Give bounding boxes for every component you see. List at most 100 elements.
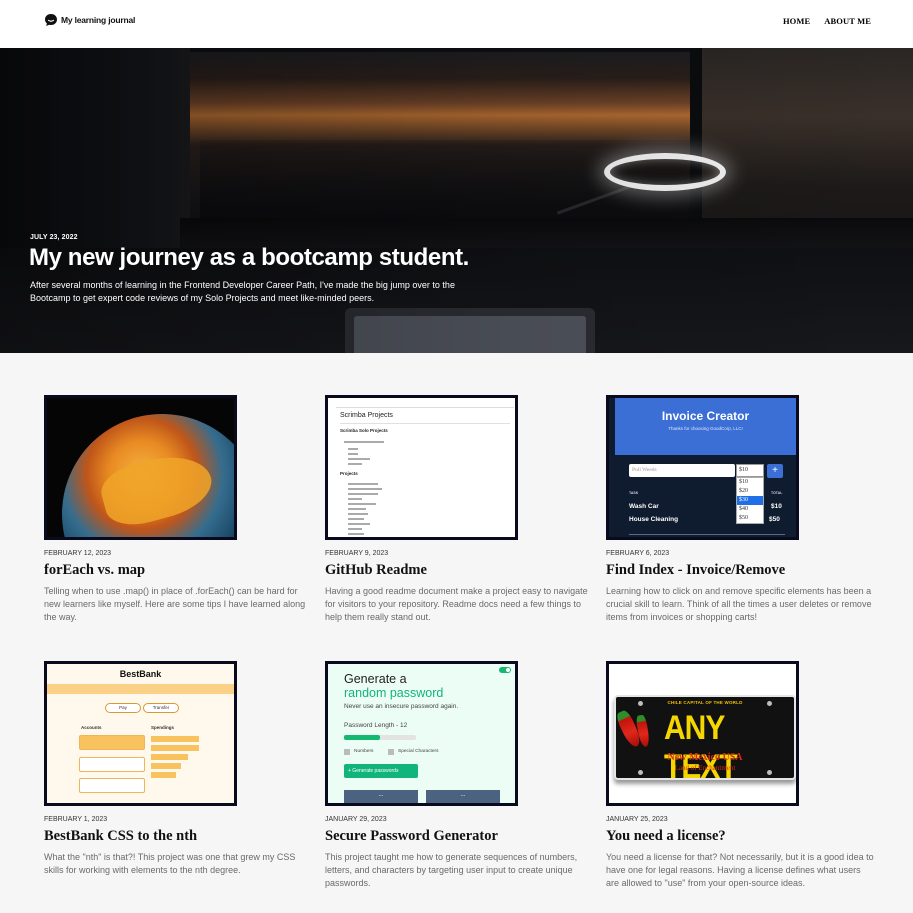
- hero-title[interactable]: My new journey as a bootcamp student.: [29, 244, 469, 272]
- bestbank-account-card: [79, 757, 145, 772]
- bestbank-spendings-label: Spendings: [151, 725, 175, 730]
- post-date: FEBRUARY 6, 2023: [606, 550, 670, 557]
- post-title[interactable]: forEach vs. map: [44, 562, 145, 579]
- post-card-find-index[interactable]: Invoice Creator Thanks for choosing Good…: [606, 395, 880, 622]
- invoice-price-options: $10 $20 $30 $40 $50: [736, 477, 764, 524]
- price-option: $20: [739, 488, 748, 494]
- brand[interactable]: My learning journal: [44, 13, 135, 27]
- readme-text-line: [348, 528, 362, 530]
- password-length-label: Password Length - 12: [344, 722, 408, 729]
- post-card-license[interactable]: CHILE CAPITAL OF THE WORLD ANY TEXT New …: [606, 661, 880, 888]
- readme-text-line: [348, 463, 362, 465]
- readme-text-line: [348, 498, 362, 500]
- bestbank-nav: [47, 684, 234, 694]
- invoice-header: Invoice Creator Thanks for choosing Good…: [615, 398, 796, 455]
- bestbank-accounts-label: Accounts: [81, 725, 102, 730]
- post-thumbnail-invoice[interactable]: Invoice Creator Thanks for choosing Good…: [606, 395, 799, 540]
- plate-top-text: CHILE CAPITAL OF THE WORLD: [667, 700, 743, 705]
- readme-section: Scrimba Solo Projects: [340, 428, 388, 433]
- invoice-title: Invoice Creator: [661, 409, 750, 423]
- password-title-accent: random password: [344, 686, 444, 700]
- readme-text-line: [348, 518, 364, 520]
- nav-home-link[interactable]: HOME: [783, 16, 810, 26]
- readme-text-line: [348, 483, 378, 485]
- password-length-slider: [344, 735, 416, 740]
- post-card-foreach[interactable]: FEBRUARY 12, 2023 forEach vs. map Tellin…: [44, 395, 318, 622]
- license-plate: CHILE CAPITAL OF THE WORLD ANY TEXT New …: [614, 695, 796, 786]
- brand-name: My learning journal: [61, 15, 136, 25]
- plus-icon: +: [767, 464, 783, 478]
- invoice-row-task: House Cleaning: [629, 516, 679, 523]
- invoice-price-select: $10: [736, 464, 764, 477]
- plate-state: New Mexico USA: [667, 752, 743, 763]
- post-excerpt: You need a license for that? Not necessa…: [606, 852, 874, 888]
- post-thumbnail-password[interactable]: Generate a random password Never use an …: [325, 661, 518, 806]
- bestbank-spending-bar: [151, 736, 199, 742]
- post-date: JANUARY 25, 2023: [606, 816, 668, 823]
- invoice-task-input: Pull Weeds: [629, 464, 735, 477]
- bestbank-account-card: [79, 735, 145, 750]
- invoice-task-header: TASK: [629, 491, 639, 495]
- password-subtitle: Never use an insecure password again.: [344, 703, 459, 710]
- post-thumbnail-license-plate[interactable]: CHILE CAPITAL OF THE WORLD ANY TEXT New …: [606, 661, 799, 806]
- readme-text-line: [348, 493, 378, 495]
- post-date: FEBRUARY 9, 2023: [325, 550, 389, 557]
- post-title[interactable]: BestBank CSS to the nth: [44, 828, 197, 845]
- main-nav: HOME ABOUT ME: [783, 16, 871, 26]
- post-excerpt: Telling when to use .map() in place of .…: [44, 586, 306, 622]
- bestbank-spending-bar: [151, 763, 181, 769]
- plate-main-text: ANY TEXT: [664, 709, 738, 787]
- post-card-password-generator[interactable]: Generate a random password Never use an …: [325, 661, 599, 888]
- readme-text-line: [348, 448, 358, 450]
- readme-title: Scrimba Projects: [340, 412, 393, 419]
- post-thumbnail-readme[interactable]: Scrimba Projects Scrimba Solo Projects P…: [325, 395, 518, 540]
- post-excerpt: This project taught me how to generate s…: [325, 852, 578, 888]
- price-option: $40: [739, 506, 748, 512]
- post-excerpt: Learning how to click on and remove spec…: [606, 586, 872, 622]
- chat-bubble-icon: [45, 14, 57, 26]
- invoice-divider: [629, 534, 785, 535]
- post-title[interactable]: Find Index - Invoice/Remove: [606, 562, 785, 579]
- theme-toggle-icon: [499, 667, 511, 673]
- hero-banner[interactable]: JULY 23, 2022 My new journey as a bootca…: [0, 48, 913, 353]
- readme-text-line: [344, 441, 384, 443]
- bestbank-spending-bar: [151, 772, 176, 778]
- slider-fill: [344, 735, 380, 740]
- password-output: ...: [344, 790, 418, 803]
- numbers-label: Numbers: [354, 749, 374, 754]
- post-date: FEBRUARY 1, 2023: [44, 816, 108, 823]
- price-option-selected: $30: [737, 496, 763, 505]
- globe-landmass: [96, 445, 218, 533]
- post-title[interactable]: You need a license?: [606, 828, 726, 845]
- special-label: Special Characters: [398, 749, 439, 754]
- hero-date: JULY 23, 2022: [30, 234, 78, 241]
- invoice-row-amount: $50: [769, 516, 780, 523]
- bestbank-account-card: [79, 778, 145, 793]
- readme-text-line: [348, 453, 358, 455]
- post-date: JANUARY 29, 2023: [325, 816, 387, 823]
- globe-image: [62, 414, 234, 537]
- nav-about-link[interactable]: ABOUT ME: [824, 16, 871, 26]
- bestbank-spending-bar: [151, 754, 188, 760]
- readme-section-projects: Projects: [340, 471, 358, 476]
- readme-text-line: [348, 488, 382, 490]
- post-thumbnail-bestbank[interactable]: BestBank Pay Transfer Accounts Spendings: [44, 661, 237, 806]
- readme-text-line: [348, 503, 376, 505]
- readme-text-line: [348, 458, 370, 460]
- bestbank-spending-bar: [151, 745, 199, 751]
- post-title[interactable]: GitHub Readme: [325, 562, 427, 579]
- hero-overlay: [0, 48, 913, 353]
- invoice-subtitle: Thanks for choosing GoodCorp, LLC!: [668, 426, 743, 431]
- post-title[interactable]: Secure Password Generator: [325, 828, 498, 845]
- readme-browser-bar: [336, 402, 514, 408]
- readme-text-line: [348, 533, 364, 535]
- password-output: ...: [426, 790, 500, 803]
- post-card-bestbank[interactable]: BestBank Pay Transfer Accounts Spendings…: [44, 661, 318, 875]
- price-option: $10: [739, 479, 748, 485]
- post-card-github-readme[interactable]: Scrimba Projects Scrimba Solo Projects P…: [325, 395, 599, 622]
- invoice-row-task: Wash Car: [629, 503, 659, 510]
- post-thumbnail-globe[interactable]: [44, 395, 237, 540]
- post-date: FEBRUARY 12, 2023: [44, 550, 112, 557]
- invoice-row-amount: $10: [771, 503, 782, 510]
- site-header: My learning journal HOME ABOUT ME: [0, 0, 913, 48]
